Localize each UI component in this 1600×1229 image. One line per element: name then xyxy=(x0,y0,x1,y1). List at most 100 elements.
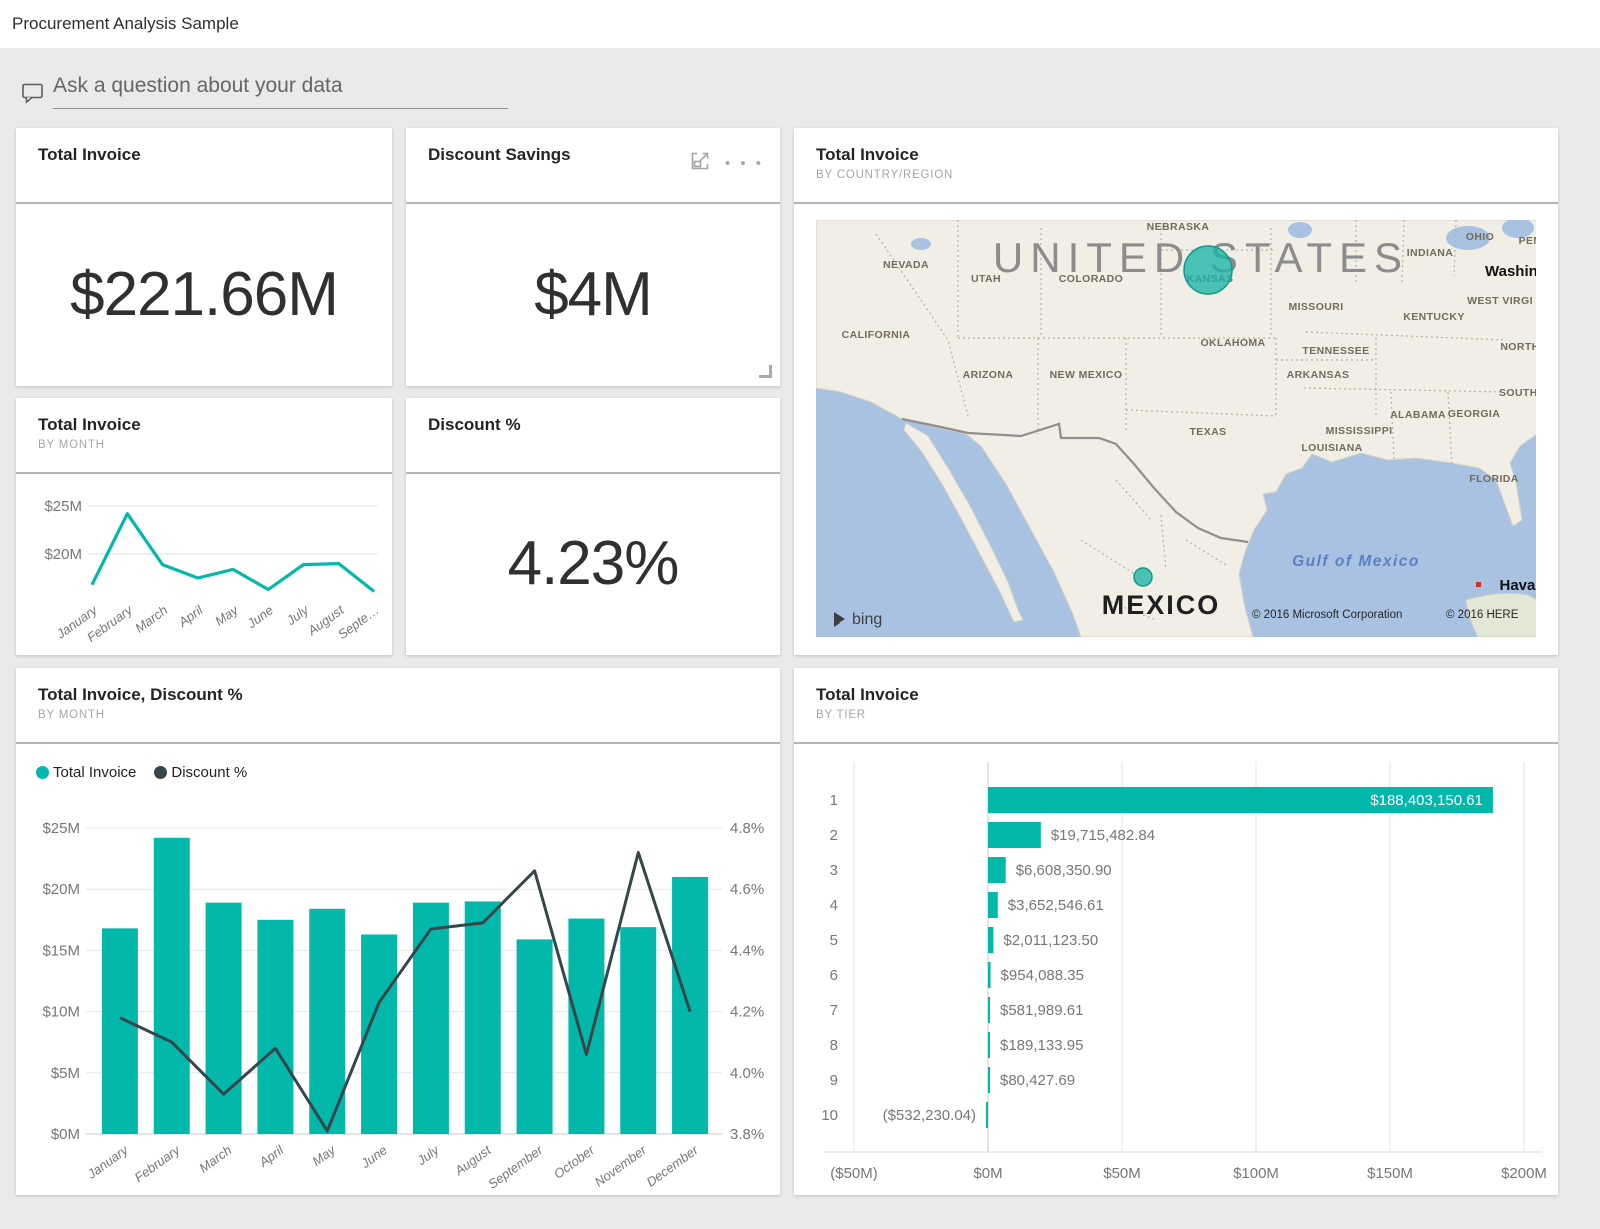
focus-mode-icon[interactable] xyxy=(689,150,711,177)
combo-chart[interactable]: $25M4.8%$20M4.6%$15M4.4%$10M4.2%$5M4.0%$… xyxy=(16,744,780,1195)
bar-chart[interactable]: ($50M)$0M$50M$100M$150M$200M1$188,403,15… xyxy=(794,744,1558,1195)
resize-handle[interactable] xyxy=(759,365,772,378)
tile-title: Total Invoice, Discount % xyxy=(38,685,758,705)
map[interactable]: NEBRASKANEVADAUTAHCOLORADOKANSASOHIOPENI… xyxy=(816,220,1536,637)
tile-body: $25M$20MJanuaryFebruaryMarchAprilMayJune… xyxy=(16,474,392,653)
tile-subtitle: BY COUNTRY/REGION xyxy=(816,169,1536,181)
svg-text:Washing: Washing xyxy=(1485,263,1536,280)
svg-text:February: February xyxy=(132,1141,184,1185)
svg-text:9: 9 xyxy=(830,1072,838,1089)
svg-text:$189,133.95: $189,133.95 xyxy=(1000,1037,1083,1054)
svg-text:OKLAHOMA: OKLAHOMA xyxy=(1200,337,1265,349)
svg-text:MISSOURI: MISSOURI xyxy=(1288,301,1343,313)
havana-marker xyxy=(1476,582,1481,587)
svg-text:$80,427.69: $80,427.69 xyxy=(1000,1072,1075,1089)
svg-text:4.8%: 4.8% xyxy=(730,820,764,837)
tile-subtitle: BY MONTH xyxy=(38,709,758,721)
line-chart[interactable]: $25M$20MJanuaryFebruaryMarchAprilMayJune… xyxy=(30,474,390,652)
svg-text:LOUISIANA: LOUISIANA xyxy=(1301,442,1362,454)
svg-text:4.4%: 4.4% xyxy=(730,942,764,959)
svg-text:6: 6 xyxy=(830,967,838,984)
tile-map[interactable]: Total Invoice BY COUNTRY/REGION xyxy=(794,128,1558,655)
svg-text:Havan: Havan xyxy=(1499,577,1536,594)
svg-text:NORTH: NORTH xyxy=(1500,341,1536,353)
svg-text:1: 1 xyxy=(830,792,838,809)
svg-text:ARKANSAS: ARKANSAS xyxy=(1287,369,1350,381)
svg-text:© 2016 Microsoft Corporation: © 2016 Microsoft Corporation xyxy=(1252,609,1402,621)
svg-text:$2,011,123.50: $2,011,123.50 xyxy=(1003,932,1098,949)
kpi-value: $4M xyxy=(534,259,652,330)
svg-text:PEN: PEN xyxy=(1519,235,1536,247)
svg-text:May: May xyxy=(309,1141,339,1168)
kpi-value: 4.23% xyxy=(508,528,679,599)
svg-text:$954,088.35: $954,088.35 xyxy=(1001,967,1084,984)
tile-title: Discount % xyxy=(428,415,758,435)
tile-header: Total Invoice BY COUNTRY/REGION xyxy=(794,128,1558,204)
svg-text:ALABAMA: ALABAMA xyxy=(1390,409,1446,421)
svg-text:5: 5 xyxy=(830,932,838,949)
svg-text:$6,608,350.90: $6,608,350.90 xyxy=(1016,862,1112,879)
svg-text:© 2016 HERE: © 2016 HERE xyxy=(1446,609,1519,621)
more-options-icon[interactable]: • • • xyxy=(725,159,764,169)
tile-tier-chart[interactable]: Total Invoice BY TIER ($50M)$0M$50M$100M… xyxy=(794,668,1558,1195)
svg-text:$581,989.61: $581,989.61 xyxy=(1000,1002,1083,1019)
svg-text:$25M: $25M xyxy=(42,820,80,837)
tile-total-invoice[interactable]: Total Invoice $221.66M xyxy=(16,128,392,386)
map-lake xyxy=(911,238,931,250)
qa-section xyxy=(20,74,508,110)
svg-text:$0M: $0M xyxy=(51,1126,80,1143)
svg-text:WEST VIRGI: WEST VIRGI xyxy=(1467,295,1533,307)
svg-text:May: May xyxy=(212,601,242,628)
svg-text:NEW MEXICO: NEW MEXICO xyxy=(1050,369,1123,381)
svg-text:$100M: $100M xyxy=(1233,1165,1279,1182)
svg-text:ARIZONA: ARIZONA xyxy=(963,369,1014,381)
tile-subtitle: BY MONTH xyxy=(38,439,370,451)
svg-text:September: September xyxy=(485,1142,546,1192)
tile-header: Total Invoice BY MONTH xyxy=(16,398,392,474)
svg-text:4: 4 xyxy=(830,897,838,914)
svg-text:MEXICO: MEXICO xyxy=(1102,590,1221,620)
svg-text:INDIANA: INDIANA xyxy=(1407,247,1454,259)
qa-input[interactable] xyxy=(53,74,508,109)
svg-text:OHIO: OHIO xyxy=(1466,231,1494,243)
svg-text:4.2%: 4.2% xyxy=(730,1004,764,1021)
svg-text:October: October xyxy=(551,1142,598,1182)
svg-text:GEORGIA: GEORGIA xyxy=(1448,408,1500,420)
svg-text:SOUTH C: SOUTH C xyxy=(1499,387,1536,399)
svg-text:KENTUCKY: KENTUCKY xyxy=(1403,311,1465,323)
speech-bubble-icon xyxy=(20,80,45,110)
svg-text:8: 8 xyxy=(830,1037,838,1054)
svg-text:CALIFORNIA: CALIFORNIA xyxy=(842,329,911,341)
tile-discount-savings[interactable]: Discount Savings • • • $4M xyxy=(406,128,780,386)
svg-text:$25M: $25M xyxy=(44,498,82,515)
svg-text:March: March xyxy=(196,1142,234,1175)
svg-text:$50M: $50M xyxy=(1103,1165,1141,1182)
tile-body: Total Invoice Discount % $25M4.8%$20M4.6… xyxy=(16,744,780,1195)
tile-body: 4.23% xyxy=(406,474,780,653)
svg-text:bing: bing xyxy=(852,611,882,628)
svg-text:FLORIDA: FLORIDA xyxy=(1469,473,1518,485)
tile-combo-chart[interactable]: Total Invoice, Discount % BY MONTH Total… xyxy=(16,668,780,1195)
tile-discount-pct[interactable]: Discount % 4.23% xyxy=(406,398,780,655)
tile-title: Total Invoice xyxy=(38,415,370,435)
svg-text:$200M: $200M xyxy=(1501,1165,1547,1182)
svg-text:10: 10 xyxy=(821,1107,838,1124)
tile-header: Total Invoice xyxy=(16,128,392,204)
svg-text:TEXAS: TEXAS xyxy=(1189,426,1226,438)
svg-text:$5M: $5M xyxy=(51,1065,80,1082)
tile-body: $221.66M xyxy=(16,204,392,384)
tile-title: Total Invoice xyxy=(38,145,370,165)
tile-subtitle: BY TIER xyxy=(816,709,1536,721)
svg-text:$10M: $10M xyxy=(42,1004,80,1021)
svg-text:($532,230.04): ($532,230.04) xyxy=(883,1107,976,1124)
svg-text:NEVADA: NEVADA xyxy=(883,259,929,271)
tile-header: Total Invoice, Discount % BY MONTH xyxy=(16,668,780,744)
svg-text:June: June xyxy=(357,1142,389,1171)
svg-text:2: 2 xyxy=(830,827,838,844)
svg-text:April: April xyxy=(175,602,207,631)
tile-header: Discount % xyxy=(406,398,780,474)
tile-invoice-by-month[interactable]: Total Invoice BY MONTH $25M$20MJanuaryFe… xyxy=(16,398,392,655)
svg-text:$0M: $0M xyxy=(973,1165,1002,1182)
tile-title: Total Invoice xyxy=(816,145,1536,165)
svg-text:March: March xyxy=(132,602,170,635)
